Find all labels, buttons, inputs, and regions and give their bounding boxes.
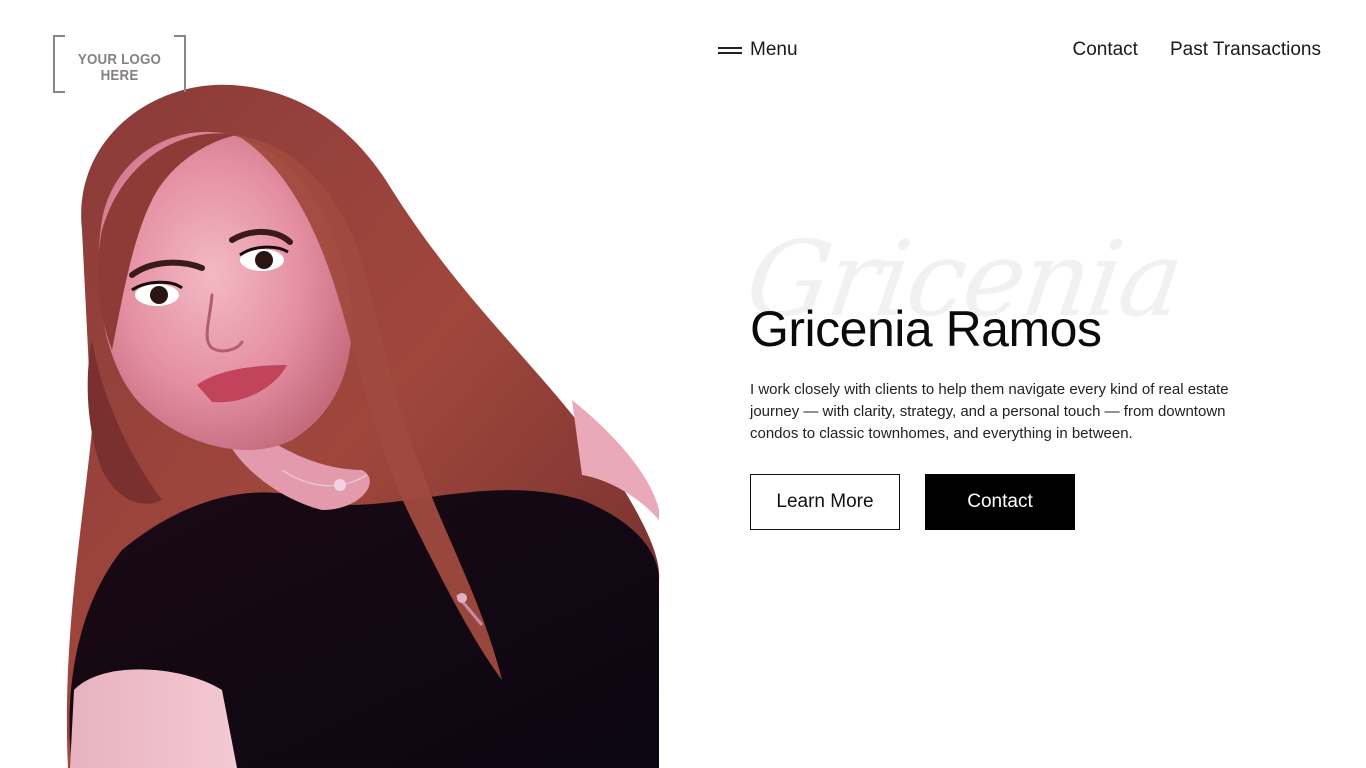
menu-label: Menu bbox=[750, 39, 798, 60]
agent-description: I work closely with clients to help them… bbox=[750, 381, 1229, 442]
learn-more-button[interactable]: Learn More bbox=[750, 474, 900, 530]
landing-page: YOUR LOGO HERE Menu Contact Past Transac… bbox=[0, 0, 1366, 768]
logo-text: YOUR LOGO HERE bbox=[77, 52, 162, 84]
contact-button[interactable]: Contact bbox=[925, 474, 1075, 530]
agent-name-heading: Gricenia Ramos bbox=[750, 301, 1102, 357]
agent-portrait bbox=[62, 80, 662, 768]
nav-link-past-transactions[interactable]: Past Transactions bbox=[1170, 39, 1321, 61]
hamburger-icon bbox=[718, 45, 742, 55]
nav-link-contact[interactable]: Contact bbox=[1072, 39, 1137, 61]
top-nav: Contact Past Transactions bbox=[1072, 36, 1321, 64]
logo[interactable]: YOUR LOGO HERE bbox=[53, 35, 186, 93]
menu-button[interactable]: Menu bbox=[718, 36, 798, 64]
